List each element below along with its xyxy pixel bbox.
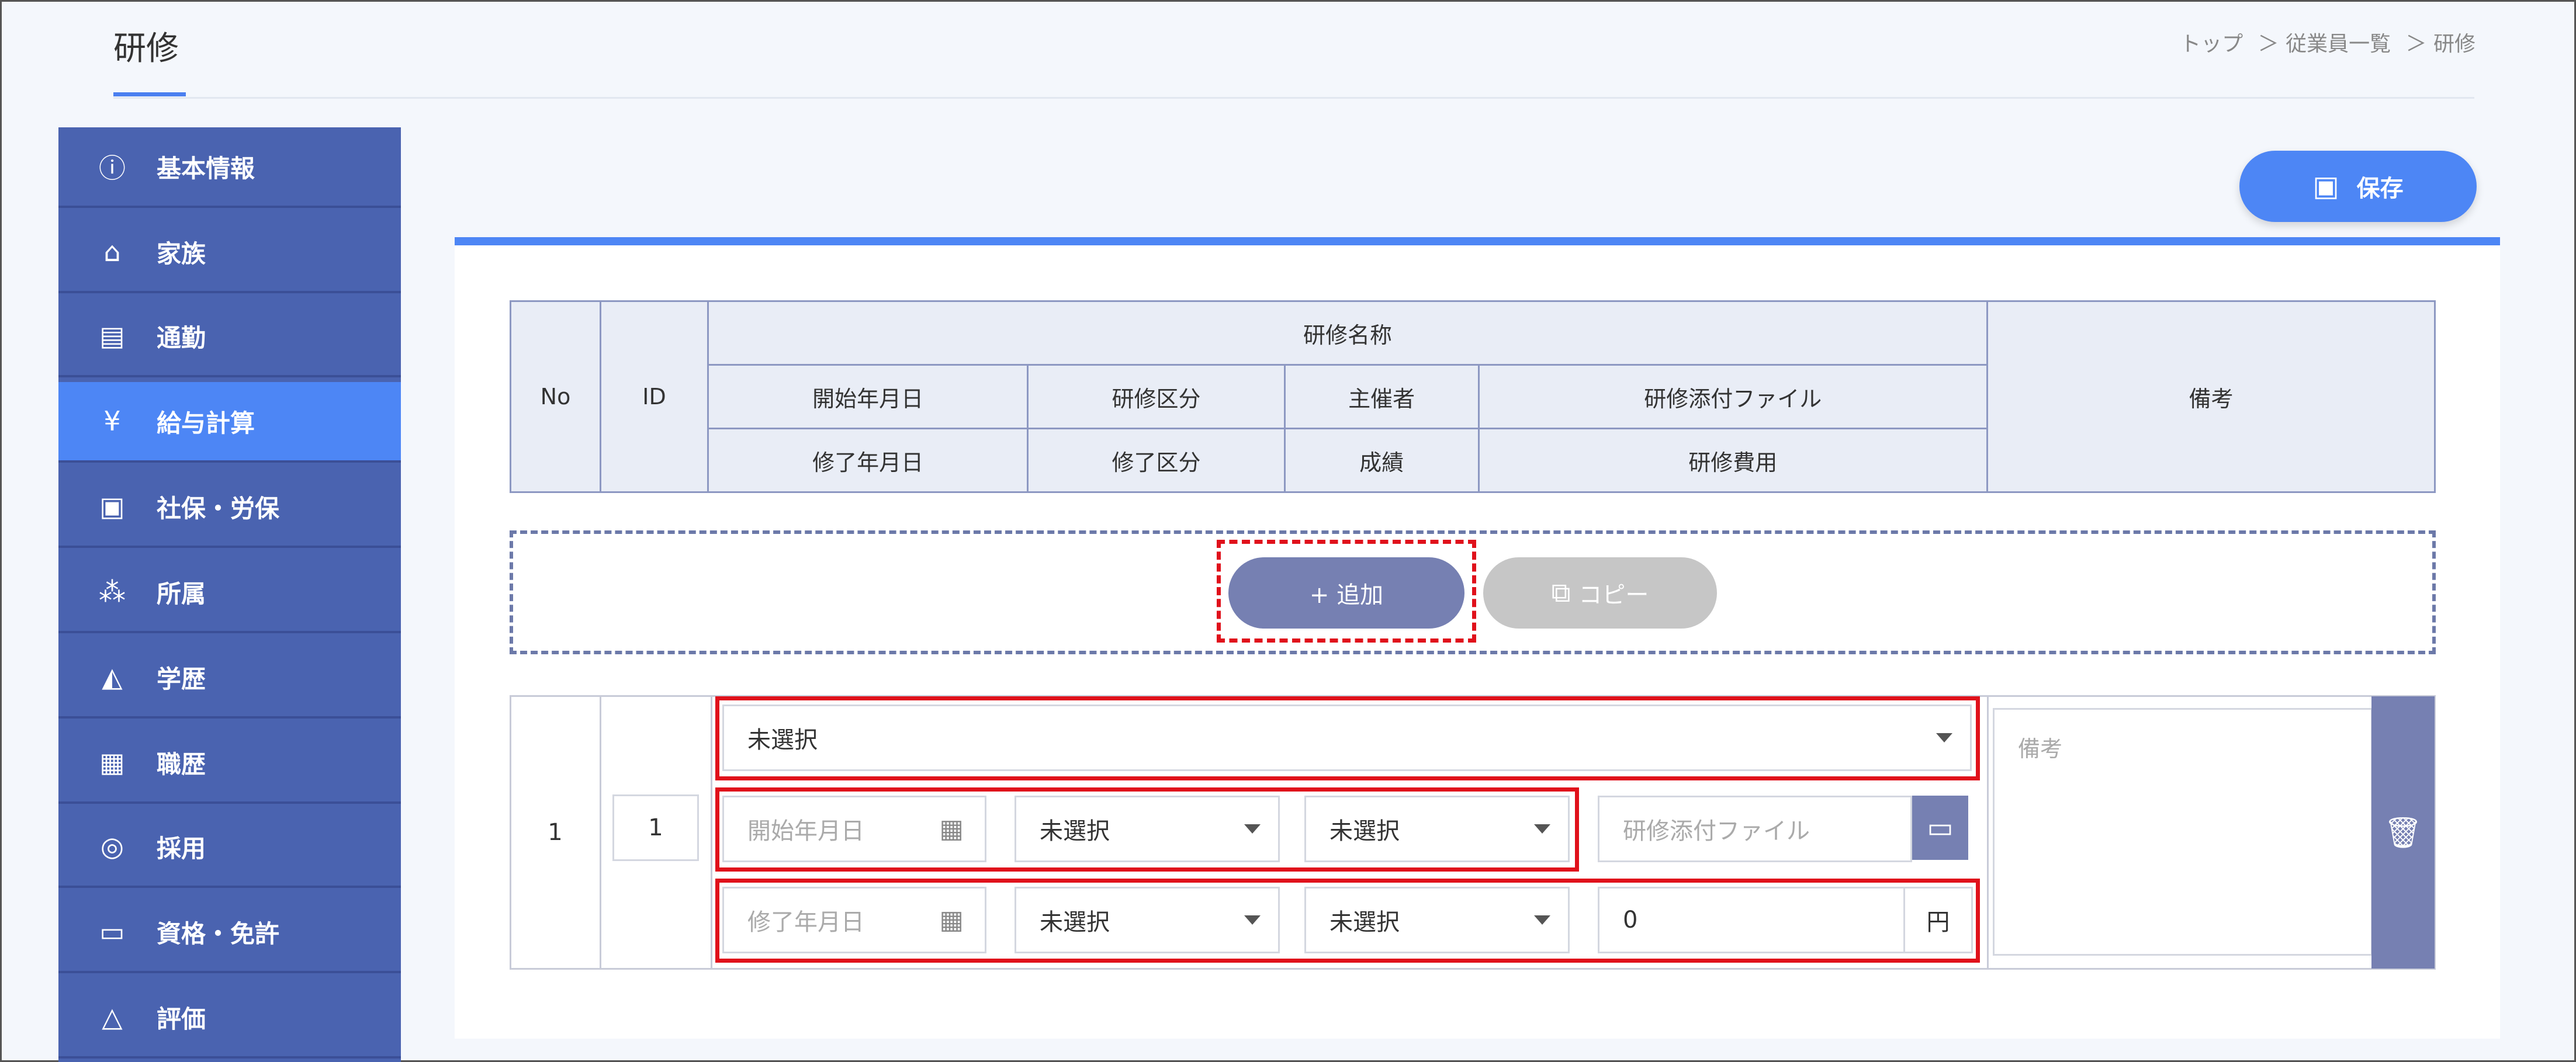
row-divider [1987, 695, 1989, 970]
header-training-name: 研修名称 [707, 300, 1988, 366]
sidebar: ⓘ 基本情報 ⌂ 家族 ▤ 通勤 ¥ 給与計算 ▣ 社保・労保 ⁂ 所属 ◭ 学… [58, 127, 401, 1062]
sidebar-item-commute[interactable]: ▤ 通勤 [58, 297, 401, 377]
header-cost: 研修費用 [1477, 428, 1989, 493]
sidebar-item-label: 職歴 [157, 749, 206, 779]
compass-icon: △ [102, 1001, 123, 1033]
add-button-highlight [1217, 540, 1476, 643]
row-divider [711, 695, 712, 970]
sidebar-item-label: 社保・労保 [157, 494, 280, 523]
sidebar-item-label: 学歴 [157, 664, 206, 693]
header-no: No [510, 300, 601, 493]
document-icon: ▣ [99, 491, 125, 522]
sidebar-item-label: 通勤 [157, 323, 206, 352]
breadcrumb-employee-list[interactable]: ＞ 従業員一覧 [2258, 32, 2391, 56]
attachment-placeholder: 研修添付ファイル [1623, 818, 1810, 845]
remarks-textarea[interactable]: 備考 [1993, 708, 2373, 956]
sidebar-item-label: 資格・免許 [157, 919, 280, 948]
sidebar-item-label: 家族 [157, 239, 206, 268]
search-person-icon: ◎ [100, 831, 124, 862]
header-id: ID [600, 300, 709, 493]
graduation-cap-icon: ◭ [102, 661, 123, 693]
page-title: 研修 [113, 30, 179, 68]
sidebar-item-label: 採用 [157, 834, 206, 863]
header-attachment: 研修添付ファイル [1477, 364, 1989, 429]
sidebar-item-family[interactable]: ⌂ 家族 [58, 213, 401, 293]
yen-icon: ¥ [103, 405, 121, 437]
floppy-disk-icon: ▣ [2312, 170, 2339, 203]
breadcrumb-current: ＞ 研修 [2405, 32, 2475, 56]
header-training-category: 研修区分 [1027, 364, 1286, 429]
organization-icon: ⁂ [99, 576, 126, 608]
sidebar-item-basic-info[interactable]: ⓘ 基本情報 [58, 127, 401, 208]
header-remarks: 備考 [1986, 300, 2436, 493]
header-grade: 成績 [1283, 428, 1480, 493]
copy-button-label: コピー [1578, 582, 1649, 609]
sidebar-item-affiliation[interactable]: ⁂ 所属 [58, 553, 401, 633]
save-button-label: 保存 [2356, 175, 2404, 202]
training-table-header: No ID 研修名称 備考 開始年月日 研修区分 主催者 研修添付ファイル 修了… [510, 300, 2436, 493]
header-end-date: 修了年月日 [707, 428, 1029, 493]
highlight-row-two [715, 787, 1579, 872]
copy-icon: ⧉ [1551, 577, 1571, 608]
sidebar-item-work-history[interactable]: ▦ 職歴 [58, 723, 401, 804]
copy-button[interactable]: ⧉ コピー [1483, 557, 1717, 629]
header-completion-category: 修了区分 [1027, 428, 1286, 493]
sidebar-item-label: 所属 [157, 579, 206, 608]
briefcase-icon: ▦ [99, 747, 125, 778]
house-icon: ⌂ [103, 236, 121, 268]
sidebar-item-label: 給与計算 [157, 408, 255, 438]
title-underline [113, 92, 186, 96]
trash-icon[interactable]: 🗑 [2371, 696, 2435, 969]
highlight-row-three [715, 879, 1980, 963]
row-id-input[interactable]: 1 [612, 794, 699, 861]
breadcrumb: トップ ＞ 従業員一覧 ＞ 研修 [2172, 27, 2475, 57]
info-icon: ⓘ [99, 152, 126, 184]
header-organizer: 主催者 [1283, 364, 1480, 429]
id-card-icon: ▭ [99, 916, 125, 948]
header-divider [113, 97, 2474, 99]
sidebar-item-qualifications[interactable]: ▭ 資格・免許 [58, 893, 401, 973]
attachment-input[interactable]: 研修添付ファイル [1598, 796, 1912, 862]
train-icon: ▤ [99, 320, 125, 352]
save-button[interactable]: ▣ 保存 [2239, 151, 2477, 222]
breadcrumb-top[interactable]: トップ [2180, 32, 2243, 56]
sidebar-item-evaluation[interactable]: △ 評価 [58, 978, 401, 1058]
remarks-placeholder: 備考 [2018, 736, 2063, 762]
sidebar-item-label: 評価 [157, 1004, 206, 1033]
sidebar-item-payroll[interactable]: ¥ 給与計算 [58, 382, 401, 463]
row-number: 1 [548, 819, 563, 846]
header-start-date: 開始年月日 [707, 364, 1029, 429]
sidebar-item-education[interactable]: ◭ 学歴 [58, 638, 401, 719]
folder-open-icon[interactable]: ▭ [1912, 796, 1968, 860]
sidebar-item-recruitment[interactable]: ◎ 採用 [58, 807, 401, 888]
sidebar-item-social-insurance[interactable]: ▣ 社保・労保 [58, 467, 401, 548]
highlight-training-name [715, 696, 1980, 780]
sidebar-item-label: 基本情報 [157, 154, 255, 183]
